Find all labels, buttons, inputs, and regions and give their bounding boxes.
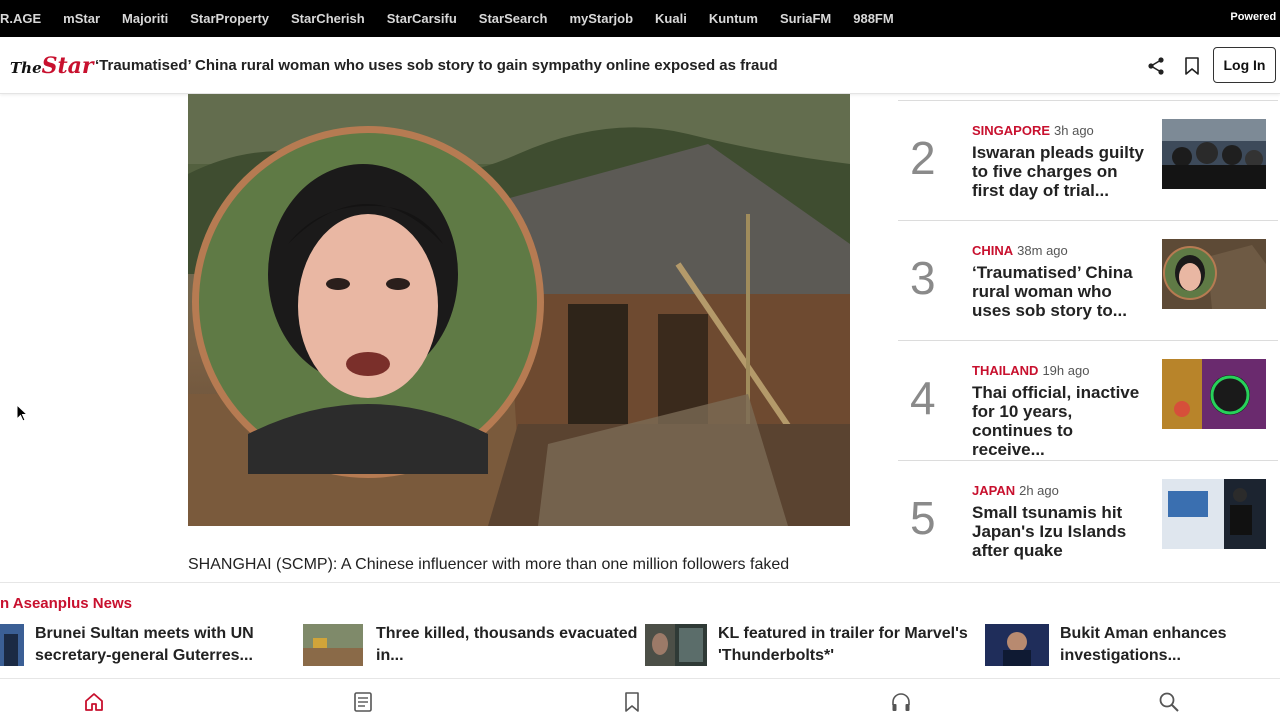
trending-list: 2 SINGAPORE 3h ago Iswaran pleads guilty … bbox=[898, 94, 1278, 582]
trending-item[interactable]: 4 THAILAND 19h ago Thai official, inactiv… bbox=[898, 340, 1278, 460]
hero-photo bbox=[188, 94, 850, 526]
nav-audio-button[interactable] bbox=[890, 691, 912, 713]
bookmark-icon bbox=[625, 692, 639, 712]
article-first-paragraph: SHANGHAI (SCMP): A Chinese influencer wi… bbox=[188, 556, 790, 573]
network-link-mystarjob[interactable]: myStarjob bbox=[569, 11, 633, 26]
thumbnail-image bbox=[985, 624, 1049, 666]
thumbnail-image bbox=[645, 624, 707, 666]
thumbnail-image bbox=[1162, 239, 1266, 309]
network-link-kuali[interactable]: Kuali bbox=[655, 11, 687, 26]
aseanplus-headline-line: Bukit Aman enhances bbox=[1060, 625, 1227, 642]
aseanplus-headline: Bukit Aman enhances investigations... bbox=[1060, 623, 1227, 667]
trending-thumbnail[interactable] bbox=[1162, 479, 1266, 549]
bottom-navigation bbox=[0, 678, 1280, 720]
trending-title[interactable]: Small tsunamis hit Japan's Izu Islands a… bbox=[972, 503, 1148, 560]
nav-news-button[interactable] bbox=[352, 691, 374, 713]
aseanplus-item[interactable]: Three killed, thousands evacuated in... bbox=[303, 621, 637, 667]
trending-time: 38m ago bbox=[1017, 243, 1068, 258]
aseanplus-headline-line: 'Thunderbolts*' bbox=[718, 647, 835, 664]
trending-title[interactable]: ‘Traumatised’ China rural woman who uses… bbox=[972, 263, 1148, 320]
trending-time: 3h ago bbox=[1054, 123, 1094, 138]
trending-thumbnail[interactable] bbox=[1162, 119, 1266, 189]
network-link-suriafm[interactable]: SuriaFM bbox=[780, 11, 831, 26]
network-link-mstar[interactable]: mStar bbox=[63, 11, 100, 26]
aseanplus-item[interactable]: Bukit Aman enhances investigations... bbox=[985, 621, 1275, 667]
nav-home-button[interactable] bbox=[83, 691, 105, 713]
trending-meta: JAPAN 2h ago bbox=[972, 483, 1059, 498]
logo-the: The bbox=[10, 59, 42, 77]
trending-thumbnail[interactable] bbox=[1162, 359, 1266, 429]
share-button[interactable] bbox=[1146, 56, 1166, 76]
trending-category[interactable]: CHINA bbox=[972, 243, 1013, 258]
network-link-starproperty[interactable]: StarProperty bbox=[190, 11, 269, 26]
trending-thumbnail[interactable] bbox=[1162, 239, 1266, 309]
network-bar: R.AGE mStar Majoriti StarProperty StarCh… bbox=[0, 0, 1280, 37]
search-icon bbox=[1159, 692, 1179, 712]
network-link-kuntum[interactable]: Kuntum bbox=[709, 11, 758, 26]
trending-rank: 3 bbox=[910, 252, 936, 304]
the-star-logo[interactable]: TheStar bbox=[10, 53, 94, 79]
trending-rank: 5 bbox=[910, 492, 936, 544]
trending-category[interactable]: SINGAPORE bbox=[972, 123, 1050, 138]
aseanplus-thumbnail[interactable] bbox=[0, 624, 24, 666]
thumbnail-image bbox=[1162, 359, 1266, 429]
network-link-rage[interactable]: R.AGE bbox=[0, 11, 41, 26]
network-link-starsearch[interactable]: StarSearch bbox=[479, 11, 548, 26]
aseanplus-headline-line: secretary-general Guterres... bbox=[35, 647, 253, 664]
trending-rank: 4 bbox=[910, 372, 936, 424]
thumbnail-image bbox=[303, 624, 363, 666]
trending-category[interactable]: THAILAND bbox=[972, 363, 1038, 378]
nav-search-button[interactable] bbox=[1158, 691, 1180, 713]
aseanplus-thumbnail[interactable] bbox=[303, 624, 363, 666]
thumbnail-image bbox=[1162, 119, 1266, 189]
aseanplus-news-strip: n Aseanplus News Brunei Sultan meets wit… bbox=[0, 582, 1280, 678]
trending-item[interactable]: 2 SINGAPORE 3h ago Iswaran pleads guilty … bbox=[898, 100, 1278, 220]
aseanplus-thumbnail[interactable] bbox=[645, 624, 707, 666]
header-headline: ‘Traumatised’ China rural woman who uses… bbox=[95, 57, 778, 74]
aseanplus-headline-line: Three killed, thousands evacuated bbox=[376, 625, 638, 642]
trending-item[interactable]: 3 CHINA 38m ago ‘Traumatised’ China rural… bbox=[898, 220, 1278, 340]
aseanplus-headline: Brunei Sultan meets with UN secretary-ge… bbox=[35, 623, 254, 667]
network-link-starcherish[interactable]: StarCherish bbox=[291, 11, 365, 26]
home-icon bbox=[85, 693, 103, 711]
thumbnail-image bbox=[1162, 479, 1266, 549]
aseanplus-headline: KL featured in trailer for Marvel's 'Thu… bbox=[718, 623, 968, 667]
aseanplus-headline-line: in... bbox=[376, 647, 404, 664]
logo-star: Star bbox=[41, 53, 94, 79]
article-hero-image bbox=[188, 94, 850, 526]
news-icon bbox=[354, 692, 372, 712]
trending-title[interactable]: Iswaran pleads guilty to five charges on… bbox=[972, 143, 1148, 200]
bookmark-icon bbox=[1185, 57, 1199, 75]
bookmark-button[interactable] bbox=[1183, 56, 1201, 76]
trending-item[interactable]: 5 JAPAN 2h ago Small tsunamis hit Japan's… bbox=[898, 460, 1278, 580]
trending-meta: SINGAPORE 3h ago bbox=[972, 123, 1094, 138]
thumbnail-image bbox=[0, 624, 24, 666]
aseanplus-headline: Three killed, thousands evacuated in... bbox=[376, 623, 637, 667]
article-header: TheStar ‘Traumatised’ China rural woman … bbox=[0, 37, 1280, 94]
trending-meta: CHINA 38m ago bbox=[972, 243, 1068, 258]
aseanplus-item[interactable]: KL featured in trailer for Marvel's 'Thu… bbox=[645, 621, 968, 667]
mouse-cursor-icon bbox=[16, 403, 29, 422]
aseanplus-item[interactable]: Brunei Sultan meets with UN secretary-ge… bbox=[0, 621, 290, 667]
trending-meta: THAILAND 19h ago bbox=[972, 363, 1089, 378]
trending-time: 2h ago bbox=[1019, 483, 1059, 498]
headphones-icon bbox=[892, 693, 910, 711]
trending-time: 19h ago bbox=[1042, 363, 1090, 378]
share-icon bbox=[1148, 57, 1164, 75]
aseanplus-headline-line: investigations... bbox=[1060, 647, 1181, 664]
aseanplus-title[interactable]: n Aseanplus News bbox=[0, 595, 132, 612]
trending-title[interactable]: Thai official, inactive for 10 years, co… bbox=[972, 383, 1148, 459]
network-link-988fm[interactable]: 988FM bbox=[853, 11, 893, 26]
network-link-majoriti[interactable]: Majoriti bbox=[122, 11, 168, 26]
aseanplus-headline-line: KL featured in trailer for Marvel's bbox=[718, 625, 968, 642]
aseanplus-thumbnail[interactable] bbox=[985, 624, 1049, 666]
powered-by-text: Powered b bbox=[1230, 11, 1280, 23]
trending-rank: 2 bbox=[910, 132, 936, 184]
network-link-starcarsifu[interactable]: StarCarsifu bbox=[387, 11, 457, 26]
login-button[interactable]: Log In bbox=[1213, 47, 1276, 83]
nav-bookmark-button[interactable] bbox=[621, 691, 643, 713]
network-links: R.AGE mStar Majoriti StarProperty StarCh… bbox=[0, 0, 916, 37]
aseanplus-headline-line: Brunei Sultan meets with UN bbox=[35, 625, 254, 642]
trending-category[interactable]: JAPAN bbox=[972, 483, 1015, 498]
